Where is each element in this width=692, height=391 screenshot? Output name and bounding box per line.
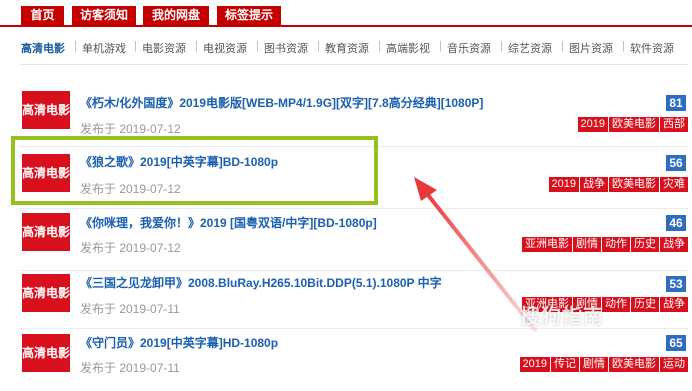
category-separator: | — [256, 40, 259, 52]
post-date: 发布于 2019-07-11 — [80, 361, 180, 375]
tag-link[interactable]: 历史 — [631, 297, 659, 312]
tag-link[interactable]: 灾难 — [660, 177, 688, 192]
tag-list: 亚洲电影 剧情 动作 历史 战争 — [522, 237, 688, 252]
post-date: 发布于 2019-07-12 — [80, 182, 181, 196]
tag-list: 2019 传记 剧情 欧美电影 运动 — [519, 357, 688, 372]
category-separator: | — [500, 40, 503, 52]
category-variety-resources[interactable]: 综艺资源 — [508, 40, 552, 56]
view-count-badge: 46 — [666, 215, 686, 231]
category-book-resources[interactable]: 图书资源 — [264, 40, 308, 56]
list-item: 高清电影 《你咪理，我爱你！》2019 [国粤双语/中字][BD-1080p] … — [0, 209, 692, 271]
category-thumbnail[interactable]: 高清电影 — [22, 334, 70, 372]
category-separator: | — [561, 40, 564, 52]
tag-link[interactable]: 剧情 — [573, 237, 601, 252]
tag-list: 2019 战争 欧美电影 灾难 — [548, 177, 688, 192]
list-item: 高清电影 《守门员》2019[中英字幕]HD-1080p 发布于 2019-07… — [0, 329, 692, 391]
tag-link[interactable]: 亚洲电影 — [522, 237, 572, 252]
top-navigation: 首页 访客须知 我的网盘 标签提示 — [0, 0, 692, 27]
tag-link[interactable]: 欧美电影 — [609, 177, 659, 192]
category-separator: | — [134, 40, 137, 52]
tag-link[interactable]: 运动 — [660, 357, 688, 372]
category-hd-movies[interactable]: 高清电影 — [21, 40, 65, 56]
category-thumbnail[interactable]: 高清电影 — [22, 154, 70, 192]
view-count-badge: 56 — [666, 155, 686, 171]
nav-tab-my-netdisk[interactable]: 我的网盘 — [143, 6, 209, 25]
tag-link[interactable]: 欧美电影 — [609, 357, 659, 372]
post-title-link[interactable]: 《狼之歌》2019[中英字幕]BD-1080p — [80, 153, 278, 170]
tag-link[interactable]: 历史 — [631, 237, 659, 252]
category-software-resources[interactable]: 软件资源 — [630, 40, 674, 56]
tag-link[interactable]: 战争 — [660, 237, 688, 252]
tag-link[interactable]: 2019 — [577, 117, 608, 132]
category-separator: | — [439, 40, 442, 52]
post-title-link[interactable]: 《守门员》2019[中英字幕]HD-1080p — [80, 334, 278, 351]
list-item: 高清电影 《朽木/化外国度》2019电影版[WEB-MP4/1.9G][双字][… — [0, 85, 692, 147]
tag-link[interactable]: 2019 — [519, 357, 550, 372]
post-title-link[interactable]: 《你咪理，我爱你！》2019 [国粤双语/中字][BD-1080p] — [80, 214, 377, 231]
category-thumbnail[interactable]: 高清电影 — [22, 91, 70, 129]
category-bar: 高清电影 | 单机游戏 | 电影资源 | 电视资源 | 图书资源 | 教育资源 … — [0, 35, 692, 59]
category-separator: | — [195, 40, 198, 52]
tag-link[interactable]: 战争 — [660, 297, 688, 312]
category-separator: | — [378, 40, 381, 52]
category-premium-video[interactable]: 高端影视 — [386, 40, 430, 56]
category-thumbnail[interactable]: 高清电影 — [22, 213, 70, 251]
category-education-resources[interactable]: 教育资源 — [325, 40, 369, 56]
tag-link[interactable]: 剧情 — [580, 357, 608, 372]
list-item: 高清电影 《狼之歌》2019[中英字幕]BD-1080p 发布于 2019-07… — [0, 147, 692, 209]
nav-tab-visitor-notice[interactable]: 访客须知 — [72, 6, 136, 25]
tag-link[interactable]: 战争 — [580, 177, 608, 192]
tag-link[interactable]: 动作 — [602, 297, 630, 312]
view-count-badge: 53 — [666, 276, 686, 292]
view-count-badge: 81 — [666, 95, 686, 111]
category-image-resources[interactable]: 图片资源 — [569, 40, 613, 56]
category-divider — [20, 64, 688, 65]
category-separator: | — [74, 40, 77, 52]
nav-tab-tag-tips[interactable]: 标签提示 — [217, 6, 281, 25]
tag-link[interactable]: 2019 — [548, 177, 579, 192]
post-title-link[interactable]: 《朽木/化外国度》2019电影版[WEB-MP4/1.9G][双字][7.8高分… — [80, 94, 483, 111]
tag-link[interactable]: 西部 — [660, 117, 688, 132]
nav-tab-home[interactable]: 首页 — [21, 6, 64, 25]
tag-link[interactable]: 欧美电影 — [609, 117, 659, 132]
tag-link[interactable]: 传记 — [551, 357, 579, 372]
view-count-badge: 65 — [666, 335, 686, 351]
post-date: 发布于 2019-07-11 — [80, 302, 180, 316]
category-music-resources[interactable]: 音乐资源 — [447, 40, 491, 56]
category-thumbnail[interactable]: 高清电影 — [22, 274, 70, 312]
category-tv-resources[interactable]: 电视资源 — [203, 40, 247, 56]
post-date: 发布于 2019-07-12 — [80, 241, 181, 255]
watermark-text: 搜狗指南 — [520, 306, 604, 328]
post-date: 发布于 2019-07-12 — [80, 122, 181, 136]
category-separator: | — [622, 40, 625, 52]
category-movie-resources[interactable]: 电影资源 — [142, 40, 186, 56]
tag-link[interactable]: 动作 — [602, 237, 630, 252]
category-separator: | — [317, 40, 320, 52]
category-single-games[interactable]: 单机游戏 — [82, 40, 126, 56]
post-title-link[interactable]: 《三国之见龙卸甲》2008.BluRay.H265.10Bit.DDP(5.1)… — [80, 274, 442, 291]
tag-list: 2019 欧美电影 西部 — [577, 117, 688, 132]
